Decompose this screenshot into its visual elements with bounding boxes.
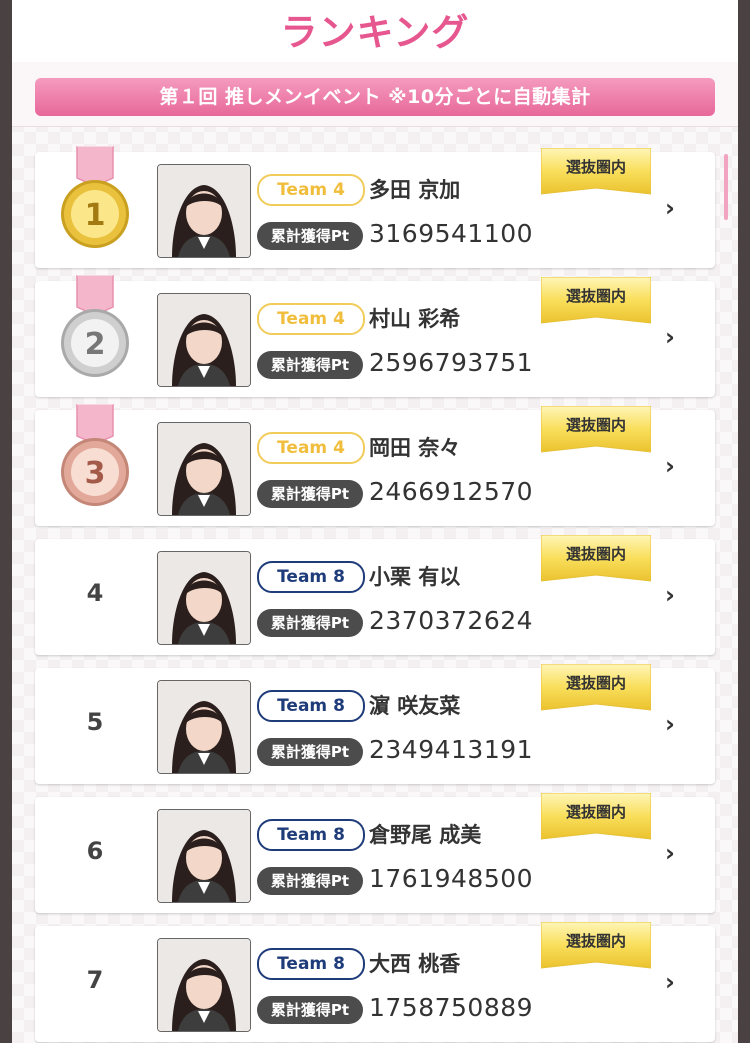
member-photo-image [158,165,250,257]
event-banner-area: 第１回 推しメンイベント ※10分ごとに自動集計 [12,62,738,127]
ranking-card[interactable]: 6 Team 8 倉野尾 成美 累計獲得Pt 1761948500 選抜圏内 › [35,793,715,913]
team-badge: Team 8 [257,819,365,851]
member-photo-image [158,810,250,902]
silver-medal-icon: 2 [61,275,129,377]
ranking-card[interactable]: 7 Team 8 大西 桃香 累計獲得Pt 1758750889 選抜圏内 › [35,922,715,1042]
member-photo-image [158,552,250,644]
backdrop-left [0,0,12,1043]
chevron-right-icon[interactable]: › [665,194,675,222]
points-value: 2370372624 [369,606,534,635]
points-label: 累計獲得Pt [257,222,363,250]
medal-rank-number: 3 [85,456,106,491]
medal-rank-number: 2 [85,327,106,362]
event-banner: 第１回 推しメンイベント ※10分ごとに自動集計 [35,78,715,116]
member-photo [157,809,251,903]
member-name: 小栗 有以 [369,565,461,589]
member-photo [157,164,251,258]
member-name: 多田 京加 [369,178,461,202]
rank-number: 6 [86,837,104,865]
ranking-list[interactable]: 1 Team 4 多田 京加 累計獲得Pt 3169541100 選抜圏内 › 2 Team 4… [12,126,738,1043]
points-value: 2349413191 [369,735,534,764]
member-photo [157,938,251,1032]
chevron-right-icon[interactable]: › [665,452,675,480]
chevron-right-icon[interactable]: › [665,581,675,609]
selection-badge-label: 選抜圏内 [565,803,626,821]
header: ランキング [12,0,738,64]
points-label: 累計獲得Pt [257,609,363,637]
points-value: 1758750889 [369,993,534,1022]
ranking-card[interactable]: 4 Team 8 小栗 有以 累計獲得Pt 2370372624 選抜圏内 › [35,535,715,655]
rank-number: 4 [86,579,104,607]
points-value: 3169541100 [369,219,534,248]
member-name: 大西 桃香 [369,952,461,976]
ranking-card[interactable]: 3 Team 4 岡田 奈々 累計獲得Pt 2466912570 選抜圏内 › [35,404,715,526]
member-photo [157,422,251,516]
page-title: ランキング [280,11,470,54]
scrollbar[interactable] [724,154,728,220]
member-name: 村山 彩希 [369,307,461,331]
points-value: 2596793751 [369,348,534,377]
member-photo-image [158,939,250,1031]
chevron-right-icon[interactable]: › [665,968,675,996]
team-badge: Team 4 [257,432,365,464]
points-value: 1761948500 [369,864,534,893]
medal-rank-number: 1 [85,198,106,233]
team-badge: Team 8 [257,690,365,722]
chevron-right-icon[interactable]: › [665,839,675,867]
team-badge: Team 8 [257,948,365,980]
member-photo-image [158,681,250,773]
rank-number: 7 [86,966,104,994]
member-name: 岡田 奈々 [369,436,461,460]
member-photo-image [158,294,250,386]
selection-badge-label: 選抜圏内 [565,932,626,950]
selection-badge-label: 選抜圏内 [565,287,626,305]
ranking-card[interactable]: 1 Team 4 多田 京加 累計獲得Pt 3169541100 選抜圏内 › [35,146,715,268]
team-badge: Team 8 [257,561,365,593]
selection-badge-label: 選抜圏内 [565,158,626,176]
points-label: 累計獲得Pt [257,480,363,508]
selection-badge-label: 選抜圏内 [565,674,626,692]
member-name: 倉野尾 成美 [369,823,482,847]
chevron-right-icon[interactable]: › [665,710,675,738]
team-badge: Team 4 [257,174,365,206]
bronze-medal-icon: 3 [61,404,129,506]
member-photo-image [158,423,250,515]
member-photo [157,293,251,387]
ranking-card[interactable]: 2 Team 4 村山 彩希 累計獲得Pt 2596793751 選抜圏内 › [35,275,715,397]
team-badge: Team 4 [257,303,365,335]
selection-badge-label: 選抜圏内 [565,416,626,434]
member-photo [157,680,251,774]
points-label: 累計獲得Pt [257,351,363,379]
gold-medal-icon: 1 [61,146,129,248]
rank-number: 5 [86,708,104,736]
points-value: 2466912570 [369,477,534,506]
points-label: 累計獲得Pt [257,996,363,1024]
points-label: 累計獲得Pt [257,738,363,766]
ranking-panel: ランキング 第１回 推しメンイベント ※10分ごとに自動集計 1 Team 4 多田… [12,0,738,1043]
chevron-right-icon[interactable]: › [665,323,675,351]
ranking-card[interactable]: 5 Team 8濵 咲友菜 累計獲得Pt 2349413191 選抜圏内 › [35,664,715,784]
member-name: 濵 咲友菜 [369,694,461,718]
selection-badge-label: 選抜圏内 [565,545,626,563]
points-label: 累計獲得Pt [257,867,363,895]
backdrop-right [738,0,750,1043]
member-photo [157,551,251,645]
